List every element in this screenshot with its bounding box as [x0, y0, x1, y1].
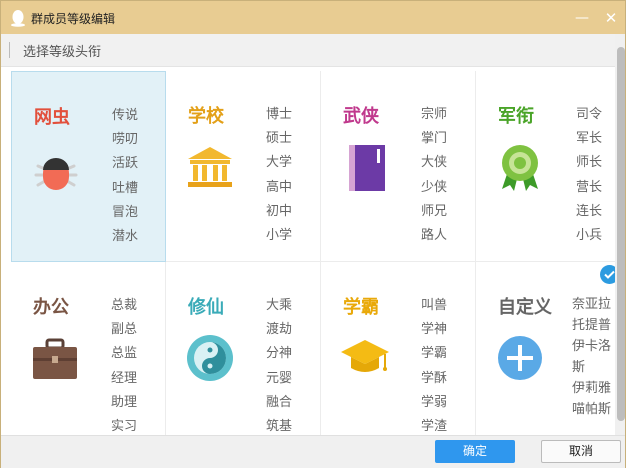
subheader-title: 选择等级头衔 [23, 45, 102, 60]
level-item: 初中 [266, 203, 293, 219]
level-item: 高中 [266, 179, 293, 195]
category-title: 学霸 [343, 297, 379, 318]
level-item: 宗师 [421, 107, 448, 122]
level-item: 司令 [576, 107, 603, 122]
category-card-netbug[interactable]: 网虫 传说 唠叨 活跃 吐槽 冒泡 潜水 [11, 71, 166, 262]
level-item: 大学 [266, 155, 293, 171]
category-title: 修仙 [188, 297, 224, 318]
level-item: 学神 [421, 322, 448, 338]
level-item: 学酥 [421, 370, 448, 386]
category-card-scholar[interactable]: 学霸 叫兽 学神 学霸 学酥 学弱 学渣 [321, 262, 476, 435]
plus-icon [498, 336, 542, 380]
category-card-school[interactable]: 学校 博士 硕士 大学 高中 初中 小学 [166, 71, 321, 262]
level-item: 师长 [576, 155, 603, 171]
school-building-icon [188, 147, 232, 187]
level-item: 副总 [111, 322, 138, 338]
level-item: 少侠 [421, 179, 448, 195]
level-item: 分神 [266, 346, 293, 362]
level-item: 军长 [576, 131, 603, 147]
category-card-military[interactable]: 军衔 司令 军长 师长 营长 连长 小兵 [476, 71, 615, 262]
category-title: 武侠 [343, 106, 379, 127]
level-item: 总监 [111, 346, 138, 362]
level-item: 大侠 [421, 155, 448, 171]
level-item: 奈亚拉托提普 [572, 297, 612, 333]
level-item: 小兵 [576, 228, 603, 244]
close-button[interactable]: ✕ [601, 8, 621, 28]
level-item: 掌门 [421, 131, 448, 147]
category-title: 军衔 [498, 106, 534, 127]
level-item: 经理 [111, 370, 138, 386]
level-item: 总裁 [111, 298, 138, 313]
category-card-custom[interactable]: 自定义 奈亚拉托提普 伊卡洛斯 伊莉雅 喵帕斯 [476, 262, 615, 435]
level-item: 渡劫 [266, 322, 293, 338]
level-item: 活跃 [112, 156, 139, 172]
category-title: 办公 [33, 297, 69, 318]
level-item: 大乘 [266, 298, 293, 313]
briefcase-icon [33, 338, 77, 379]
level-item: 喵帕斯 [572, 402, 612, 417]
scrollbar-thumb[interactable] [617, 47, 625, 421]
category-card-office[interactable]: 办公 总裁 副总 总监 经理 助理 实习 [11, 262, 166, 435]
level-item: 冒泡 [112, 204, 139, 220]
level-list: 传说 唠叨 活跃 吐槽 冒泡 潜水 [112, 104, 152, 249]
level-item: 潜水 [112, 229, 139, 245]
level-item: 学渣 [421, 419, 448, 435]
level-item: 唠叨 [112, 132, 139, 148]
level-list: 博士 硕士 大学 高中 初中 小学 [266, 103, 306, 248]
level-item: 博士 [266, 107, 293, 122]
level-list: 司令 军长 师长 营长 连长 小兵 [576, 103, 615, 248]
level-list: 总裁 副总 总监 经理 助理 实习 [111, 294, 151, 435]
medal-icon [502, 145, 538, 191]
level-item: 吐槽 [112, 180, 139, 196]
level-item: 传说 [112, 108, 139, 123]
level-list: 宗师 掌门 大侠 少侠 师兄 路人 [421, 103, 461, 248]
level-item: 营长 [576, 179, 603, 195]
window-title: 群成员等级编辑 [31, 12, 116, 26]
level-item: 筑基 [266, 419, 293, 435]
title-bar: 群成员等级编辑 — ✕ [1, 1, 625, 34]
level-item: 元婴 [266, 370, 293, 386]
graduation-cap-icon [341, 340, 389, 372]
level-list: 大乘 渡劫 分神 元婴 融合 筑基 [266, 294, 306, 435]
level-item: 路人 [421, 228, 448, 244]
level-item: 助理 [111, 394, 138, 410]
level-item: 融合 [266, 394, 293, 410]
bug-icon [34, 158, 78, 190]
subheader: 选择等级头衔 [1, 34, 625, 67]
category-grid-viewport: 网虫 传说 唠叨 活跃 吐槽 冒泡 潜水 学校 博士 硕士 大学 高中 初中 小… [5, 67, 615, 435]
level-list: 叫兽 学神 学霸 学酥 学弱 学渣 [421, 294, 461, 435]
level-list: 奈亚拉托提普 伊卡洛斯 伊莉雅 喵帕斯 [572, 294, 615, 420]
yin-yang-icon [187, 335, 233, 381]
level-item: 伊卡洛斯 [572, 339, 612, 375]
book-icon [349, 145, 385, 191]
level-item: 实习 [111, 419, 138, 435]
category-title: 自定义 [498, 297, 552, 318]
cancel-button[interactable]: 取消 [541, 440, 621, 463]
dialog-footer [1, 435, 625, 468]
level-item: 连长 [576, 203, 603, 219]
category-card-wuxia[interactable]: 武侠 宗师 掌门 大侠 少侠 师兄 路人 [321, 71, 476, 262]
minimize-button[interactable]: — [572, 8, 592, 28]
category-title: 网虫 [34, 107, 70, 128]
level-item: 伊莉雅 [572, 381, 612, 396]
level-item: 小学 [266, 228, 293, 244]
category-card-cultivation[interactable]: 修仙 大乘 渡劫 分神 元婴 融合 筑基 [166, 262, 321, 435]
confirm-button[interactable]: 确定 [435, 440, 515, 463]
level-item: 硕士 [266, 131, 293, 147]
group-level-edit-window: 群成员等级编辑 — ✕ 选择等级头衔 网虫 传说 唠叨 活跃 吐槽 冒泡 潜水 … [0, 0, 626, 468]
qq-penguin-icon [11, 10, 25, 27]
subheader-divider [9, 42, 10, 58]
level-item: 学霸 [421, 346, 448, 362]
category-title: 学校 [188, 106, 224, 127]
level-item: 学弱 [421, 394, 448, 410]
level-item: 师兄 [421, 203, 448, 219]
level-item: 叫兽 [421, 298, 448, 313]
